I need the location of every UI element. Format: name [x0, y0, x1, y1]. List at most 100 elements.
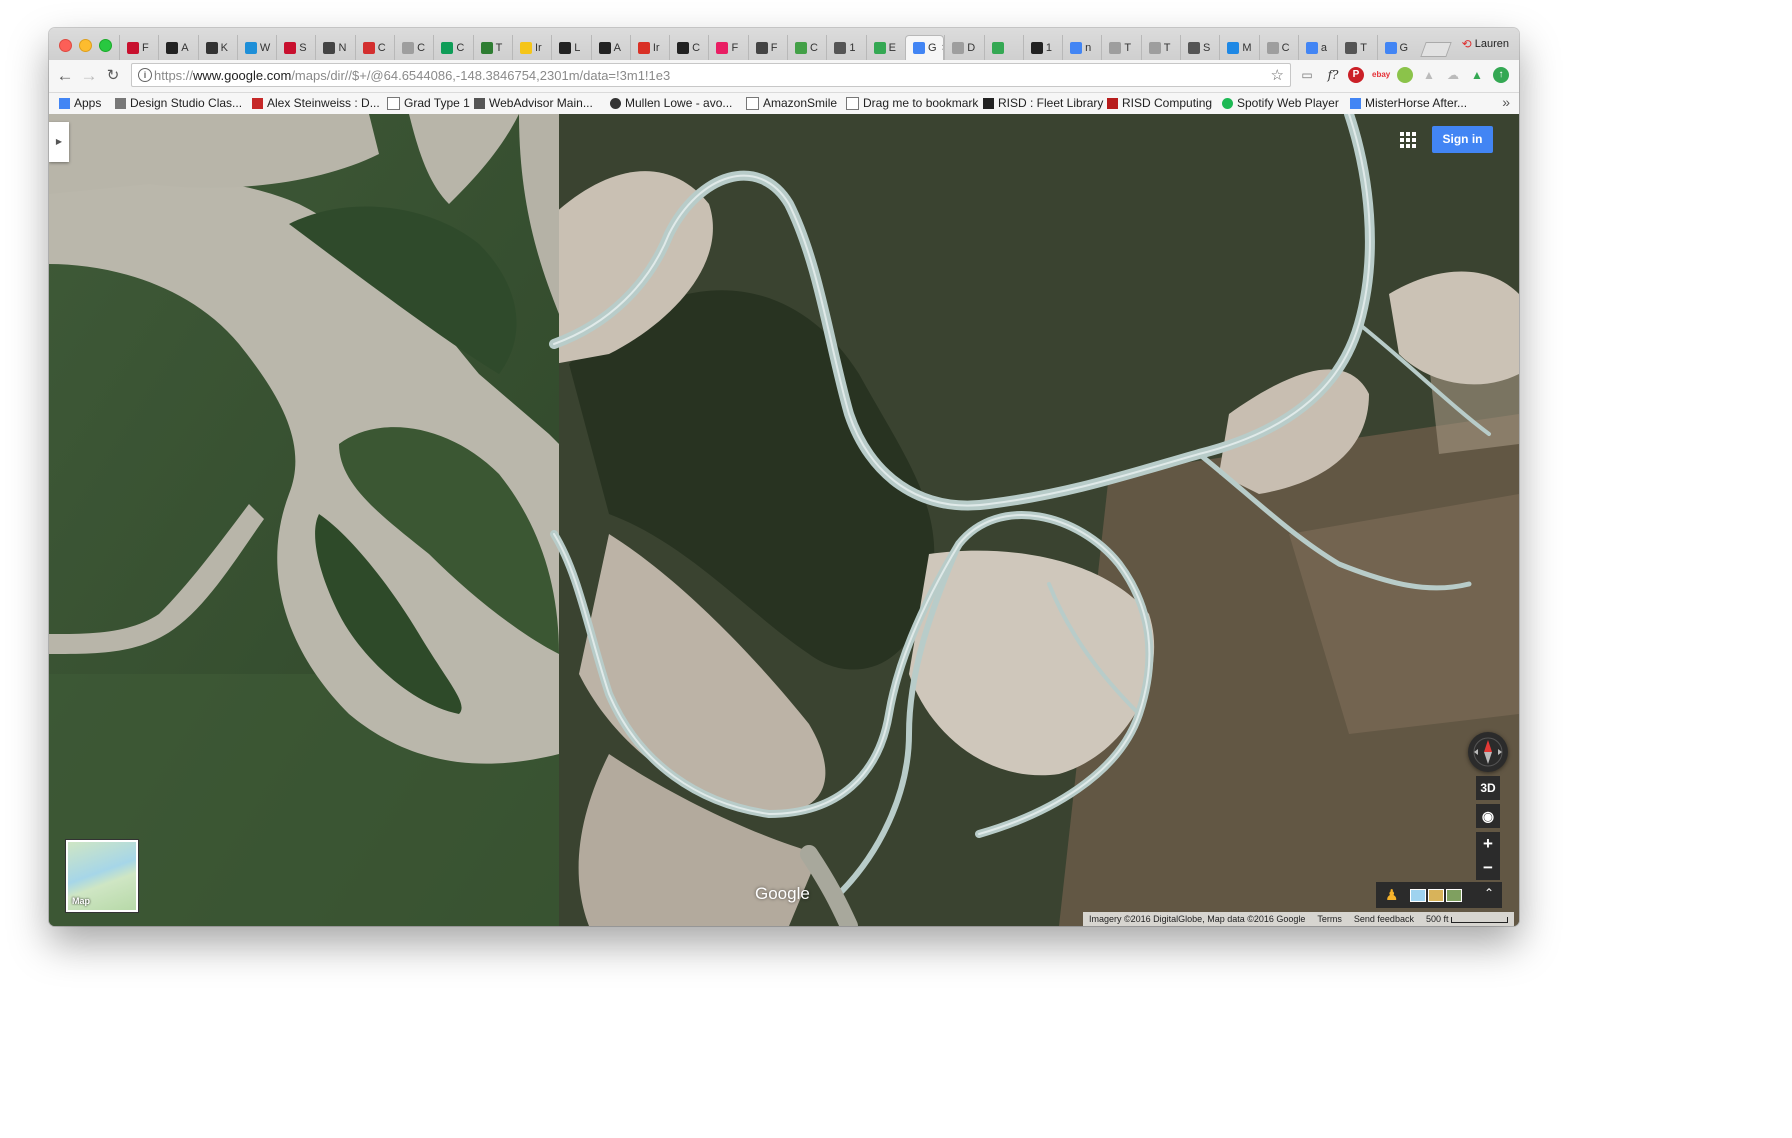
browser-tab[interactable]: Ir [629, 35, 669, 60]
browser-tab[interactable]: 1 [1022, 35, 1062, 60]
google-drive-icon[interactable]: ▲ [1469, 67, 1485, 83]
browser-tab[interactable]: K [197, 35, 237, 60]
browser-tab[interactable]: E [865, 35, 905, 60]
bookmark-item[interactable]: Drag me to bookmark [846, 96, 978, 110]
maximize-window-button[interactable] [99, 39, 112, 52]
terms-link[interactable]: Terms [1317, 914, 1342, 924]
zoom-out-button[interactable]: − [1476, 856, 1500, 880]
google-apps-icon[interactable] [1400, 132, 1416, 148]
browser-tab[interactable]: T [1101, 35, 1140, 60]
bookmark-item[interactable]: AmazonSmile [746, 96, 837, 110]
tab-title: T [1124, 41, 1132, 54]
update-icon[interactable]: ↑ [1493, 67, 1509, 83]
browser-tab[interactable]: M [1219, 35, 1258, 60]
browser-tab[interactable]: G [1376, 35, 1416, 60]
tab-title: Ir [652, 41, 660, 54]
cast-icon[interactable]: ▭ [1299, 67, 1315, 83]
browser-tab[interactable]: G× [904, 35, 945, 60]
tab-favicon-icon [912, 42, 925, 54]
browser-tab[interactable]: F [708, 35, 747, 60]
browser-tab[interactable]: Ir [511, 35, 551, 60]
my-location-icon[interactable]: ◉ [1476, 804, 1500, 828]
tab-title: C [417, 41, 426, 54]
tab-favicon-icon [284, 41, 297, 54]
tab-favicon-icon [677, 41, 690, 54]
profile-button[interactable]: ⟲ Lauren [1462, 37, 1509, 51]
browser-tab[interactable]: C [433, 35, 472, 60]
bookmark-item[interactable]: Alex Steinweiss : D... [252, 96, 380, 110]
extension-green-icon[interactable] [1397, 67, 1413, 83]
google-icon [1350, 97, 1361, 109]
extension-cloud-icon[interactable]: ☁ [1445, 67, 1461, 83]
browser-tab[interactable] [983, 35, 1023, 60]
browser-tab[interactable]: A [158, 35, 197, 60]
scale-bar[interactable]: 500 ft [1426, 914, 1508, 924]
reload-icon[interactable]: ↻ [103, 66, 123, 86]
bookmark-red-icon [252, 97, 263, 109]
info-icon[interactable]: i [138, 68, 152, 82]
zoom-in-button[interactable]: + [1476, 832, 1500, 856]
browser-tab[interactable]: n [1062, 35, 1101, 60]
bookmark-label: RISD : Fleet Library [998, 96, 1104, 110]
browser-tab[interactable]: D [944, 35, 983, 60]
bookmark-item[interactable]: Design Studio Clas... [115, 96, 242, 110]
bookmark-item[interactable]: Grad Type 1 [387, 96, 470, 110]
minimize-window-button[interactable] [79, 39, 92, 52]
bookmark-label: Spotify Web Player [1237, 96, 1339, 110]
browser-tab[interactable]: F [747, 35, 787, 60]
url-text[interactable]: https://www.google.com/maps/dir//$+/@64.… [154, 68, 670, 83]
bookmark-item[interactable]: RISD Computing [1107, 96, 1212, 110]
compass-icon[interactable] [1468, 732, 1508, 772]
browser-tab[interactable]: T [1140, 35, 1180, 60]
bookmark-item[interactable]: Apps [59, 96, 101, 110]
browser-tab[interactable]: S [276, 35, 315, 60]
ebay-icon[interactable]: ebay [1372, 67, 1390, 83]
bookmark-item[interactable]: Spotify Web Player [1222, 96, 1339, 110]
browser-tab[interactable]: L [551, 35, 590, 60]
sidebar-toggle-button[interactable]: ▶ [49, 122, 69, 162]
browser-tab[interactable]: F [119, 35, 158, 60]
browser-window: F A K W S N C C C T Ir L A Ir C F F C 1 E G× D 1 n T T S M Ca T G ⟲ La… [49, 28, 1519, 926]
new-tab-button[interactable] [1420, 42, 1452, 57]
browser-tab[interactable]: C [354, 35, 394, 60]
fontface-ninja-icon[interactable]: f? [1325, 67, 1341, 83]
browser-tab[interactable]: 1 [826, 35, 865, 60]
sign-in-button[interactable]: Sign in [1432, 126, 1493, 153]
imagery-thumb-3[interactable] [1446, 889, 1462, 902]
back-arrow-icon[interactable]: ← [55, 66, 75, 86]
bookmark-item[interactable]: RISD : Fleet Library [983, 96, 1103, 110]
satellite-imagery[interactable] [49, 114, 1519, 926]
browser-tab[interactable]: N [315, 35, 354, 60]
browser-tab[interactable]: T [1337, 35, 1376, 60]
imagery-thumb-2[interactable] [1428, 889, 1444, 902]
close-window-button[interactable] [59, 39, 72, 52]
imagery-thumb-1[interactable] [1410, 889, 1426, 902]
browser-tab[interactable]: C [669, 35, 708, 60]
forward-arrow-icon[interactable]: → [79, 66, 99, 86]
bookmark-item[interactable]: MisterHorse After... [1350, 96, 1467, 110]
browser-tab[interactable]: a [1297, 35, 1337, 60]
tab-title: A [613, 41, 621, 54]
browser-tab[interactable]: C [394, 35, 433, 60]
address-bar[interactable]: i https://www.google.com/maps/dir//$+/@6… [131, 63, 1291, 87]
browser-tab[interactable]: W [236, 35, 276, 60]
pinterest-icon[interactable]: P [1348, 67, 1364, 83]
browser-tab[interactable]: S [1180, 35, 1219, 60]
browser-tab[interactable]: T [472, 35, 512, 60]
browser-tab[interactable]: C [787, 35, 826, 60]
bookmarks-overflow-button[interactable]: » [1502, 94, 1510, 110]
tab-title: S [1203, 41, 1211, 54]
browser-tab[interactable]: C [1258, 35, 1298, 60]
3d-toggle-button[interactable]: 3D [1476, 776, 1500, 800]
tab-title: n [1085, 41, 1092, 54]
send-feedback-link[interactable]: Send feedback [1354, 914, 1414, 924]
satellite-map[interactable]: ▶ Sign in 3D ◉ + − Map Google ♟ ⌃ Imager… [49, 114, 1519, 926]
map-view-toggle[interactable]: Map [66, 840, 138, 912]
extension-grey-icon[interactable]: ▲ [1421, 67, 1437, 83]
bookmark-item[interactable]: Mullen Lowe - avo... [610, 96, 732, 110]
pegman-icon[interactable]: ♟ [1385, 886, 1398, 904]
bookmark-item[interactable]: WebAdvisor Main... [474, 96, 593, 110]
bookmark-star-icon[interactable]: ☆ [1271, 66, 1284, 84]
browser-tab[interactable]: A [590, 35, 630, 60]
expand-icon[interactable]: ⌃ [1484, 886, 1494, 900]
